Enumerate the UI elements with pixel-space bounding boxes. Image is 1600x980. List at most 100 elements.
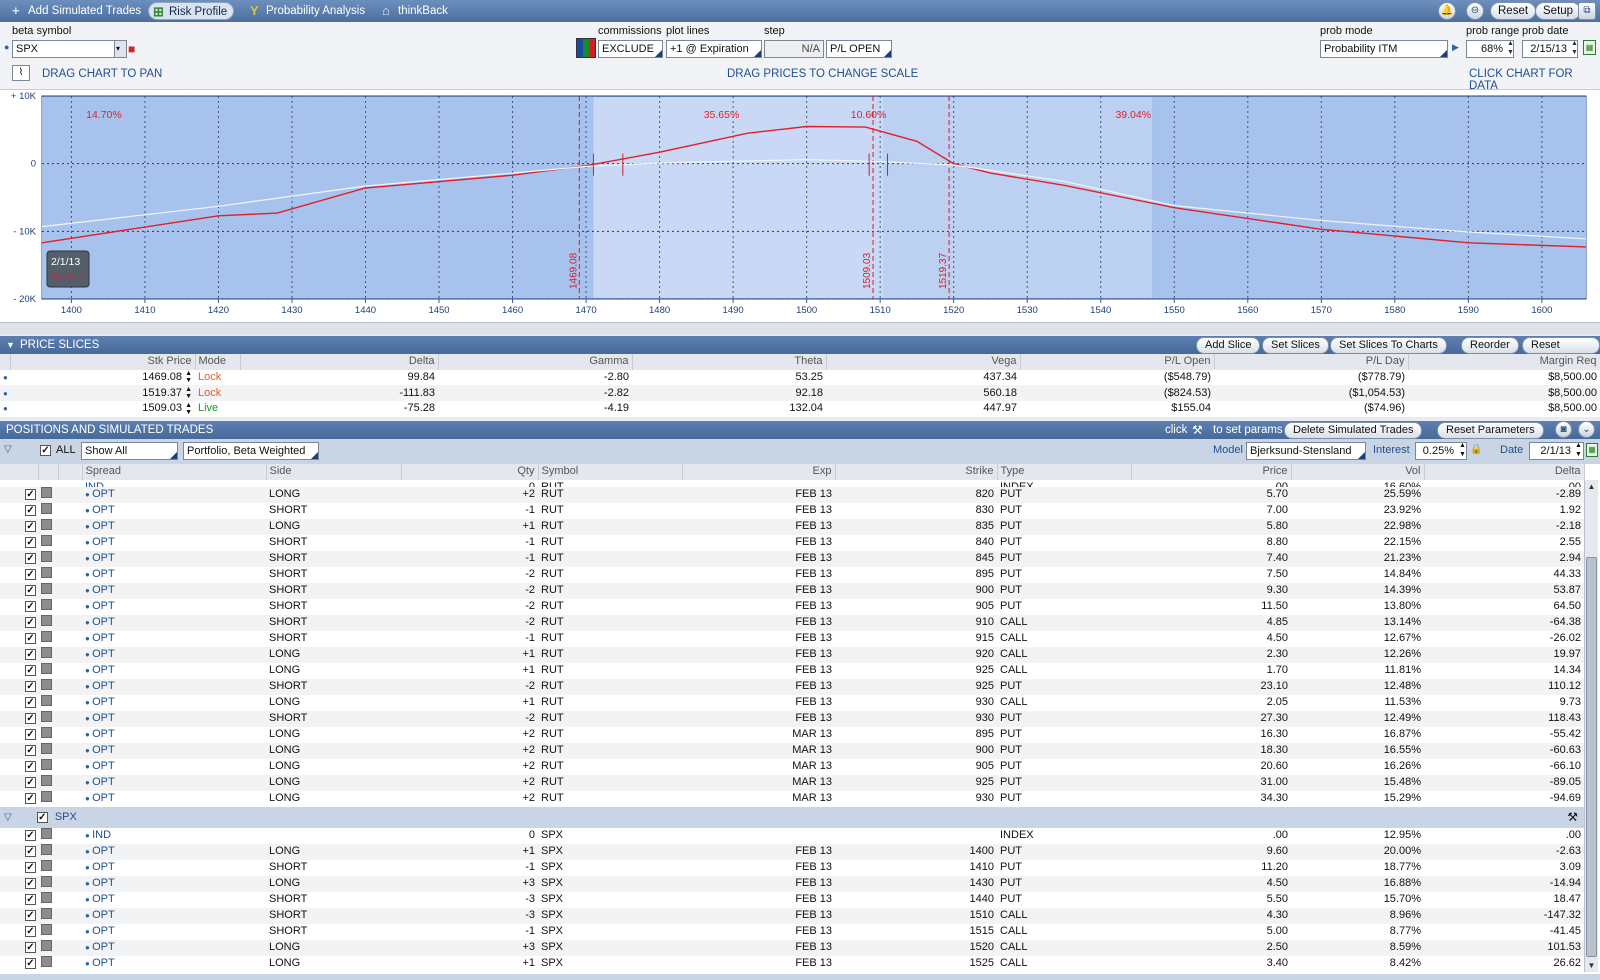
- position-spread-value[interactable]: OPT: [92, 728, 115, 740]
- position-spread-value[interactable]: IND: [92, 829, 111, 841]
- position-color-swatch[interactable]: [41, 774, 52, 786]
- position-checkbox[interactable]: ✓: [25, 713, 36, 725]
- position-checkbox-cell[interactable]: ✓: [0, 550, 38, 567]
- position-color-swatch[interactable]: [41, 742, 52, 754]
- position-row[interactable]: ✓ ● OPT LONG +1 SPX FEB 13 1400 PUT 9.60 20.00% -2…: [0, 843, 1584, 860]
- position-checkbox[interactable]: ✓: [25, 697, 36, 709]
- position-spread-value[interactable]: OPT: [92, 504, 115, 516]
- risk-profile-chart-svg[interactable]: 1400 1410 1420 1430 1440 1450 1460 1470 1480 1490…: [0, 90, 1600, 322]
- zoom-icon[interactable]: ⊖: [1466, 2, 1484, 20]
- col-exp[interactable]: Exp: [682, 464, 836, 480]
- slice-stepper-icon[interactable]: ▲ ▼: [185, 386, 192, 400]
- col-stk-price[interactable]: Stk Price: [10, 354, 196, 370]
- position-spread-value[interactable]: OPT: [92, 632, 115, 644]
- position-row[interactable]: ✓ ● OPT SHORT -2 RUT FEB 13 905 PUT 11.50 13.80% 6…: [0, 598, 1584, 615]
- position-color-cell[interactable]: [38, 710, 58, 727]
- position-spread-value[interactable]: OPT: [92, 712, 115, 724]
- position-color-swatch[interactable]: [41, 859, 52, 871]
- position-color-cell[interactable]: [38, 939, 58, 956]
- col-vol[interactable]: Vol: [1291, 464, 1425, 480]
- position-checkbox[interactable]: ✓: [25, 830, 36, 842]
- position-checkbox[interactable]: ✓: [25, 585, 36, 597]
- position-color-swatch[interactable]: [41, 939, 52, 951]
- position-color-swatch[interactable]: [41, 582, 52, 594]
- position-checkbox[interactable]: ✓: [25, 777, 36, 789]
- scroll-down-icon[interactable]: ▼: [1585, 959, 1598, 972]
- position-checkbox[interactable]: ✓: [25, 681, 36, 693]
- position-checkbox-cell[interactable]: ✓: [0, 939, 38, 956]
- position-color-cell[interactable]: [38, 955, 58, 972]
- position-checkbox[interactable]: ✓: [25, 489, 36, 501]
- position-row[interactable]: ✓ ● OPT LONG +3 SPX FEB 13 1520 CALL 2.50 8.59% 10…: [0, 939, 1584, 956]
- slice-stepper-icon[interactable]: ▲ ▼: [185, 370, 192, 384]
- position-spread-value[interactable]: OPT: [92, 520, 115, 532]
- position-checkbox[interactable]: ✓: [25, 617, 36, 629]
- symbol-dropdown-icon[interactable]: ▾: [114, 40, 127, 58]
- set-slices-button[interactable]: Set Slices: [1262, 337, 1329, 354]
- col-pl-day[interactable]: P/L Day: [1214, 354, 1409, 370]
- position-row[interactable]: ✓ ● OPT LONG +1 RUT FEB 13 835 PUT 5.80 22.98% -2.…: [0, 518, 1584, 535]
- position-checkbox-cell[interactable]: ✓: [0, 790, 38, 807]
- position-checkbox-cell[interactable]: ✓: [0, 742, 38, 759]
- position-spread-value[interactable]: OPT: [92, 877, 115, 889]
- position-checkbox[interactable]: ✓: [25, 942, 36, 954]
- position-color-cell[interactable]: [38, 827, 58, 844]
- prob-range-stepper-icon[interactable]: ▲ ▼: [1507, 39, 1514, 57]
- slice-stk-price[interactable]: 1469.08 ▲ ▼: [10, 369, 195, 386]
- position-color-swatch[interactable]: [41, 907, 52, 919]
- calendar-icon[interactable]: ▦: [1583, 40, 1596, 55]
- position-color-cell[interactable]: [38, 662, 58, 679]
- position-row[interactable]: ✓ ● OPT SHORT -2 RUT FEB 13 930 PUT 27.30 12.49% 1…: [0, 710, 1584, 727]
- position-color-swatch[interactable]: [41, 566, 52, 578]
- price-slice-row[interactable]: ● 1519.37 ▲ ▼ Lock -111.83 -2.82 92.18 560.18 ($…: [0, 385, 1600, 402]
- position-spread-value[interactable]: OPT: [92, 584, 115, 596]
- col-delta[interactable]: Delta: [240, 354, 439, 370]
- position-color-cell[interactable]: [38, 534, 58, 551]
- position-row-partial[interactable]: IND 0 RUT INDEX .00 16.60% .00: [0, 479, 1584, 487]
- position-spread-value[interactable]: OPT: [92, 845, 115, 857]
- position-color-swatch[interactable]: [41, 726, 52, 738]
- price-slice-row[interactable]: ● 1509.03 ▲ ▼ Live -75.28 -4.19 132.04 447.97 $1…: [0, 401, 1600, 417]
- position-row[interactable]: ✓ ● OPT SHORT -2 RUT FEB 13 900 PUT 9.30 14.39% 53…: [0, 582, 1584, 599]
- position-checkbox[interactable]: ✓: [25, 894, 36, 906]
- position-checkbox-cell[interactable]: ✓: [0, 923, 38, 940]
- position-row[interactable]: ✓ ● OPT LONG +1 RUT FEB 13 920 CALL 2.30 12.26% 19…: [0, 646, 1584, 663]
- position-checkbox[interactable]: ✓: [25, 862, 36, 874]
- position-row[interactable]: ✓ ● OPT LONG +1 RUT FEB 13 930 CALL 2.05 11.53% 9.…: [0, 694, 1584, 711]
- position-checkbox[interactable]: ✓: [25, 505, 36, 517]
- position-color-swatch[interactable]: [41, 758, 52, 770]
- position-spread-value[interactable]: OPT: [92, 536, 115, 548]
- reset-button[interactable]: Reset: [1490, 2, 1537, 20]
- position-color-cell[interactable]: [38, 582, 58, 599]
- position-color-cell[interactable]: [38, 550, 58, 567]
- position-checkbox[interactable]: ✓: [25, 601, 36, 613]
- position-checkbox-cell[interactable]: ✓: [0, 534, 38, 551]
- position-row[interactable]: ✓ ● OPT LONG +2 RUT MAR 13 905 PUT 20.60 16.26% -6…: [0, 758, 1584, 775]
- position-color-cell[interactable]: [38, 598, 58, 615]
- position-checkbox[interactable]: ✓: [25, 878, 36, 890]
- alert-bell-icon[interactable]: 🔔: [1438, 2, 1456, 20]
- position-checkbox[interactable]: ✓: [25, 926, 36, 938]
- position-color-swatch[interactable]: [41, 614, 52, 626]
- commissions-select[interactable]: EXCLUDE: [598, 40, 663, 58]
- prob-mode-select[interactable]: Probability ITM: [1320, 40, 1448, 58]
- col-qty[interactable]: Qty: [401, 464, 539, 480]
- col-margin-req[interactable]: Margin Req: [1408, 354, 1600, 370]
- position-color-cell[interactable]: [38, 646, 58, 663]
- position-checkbox-cell[interactable]: ✓: [0, 875, 38, 892]
- position-color-swatch[interactable]: [41, 662, 52, 674]
- col-gamma[interactable]: Gamma: [438, 354, 633, 370]
- position-color-swatch[interactable]: [41, 678, 52, 690]
- position-checkbox-cell[interactable]: ✓: [0, 678, 38, 695]
- position-color-cell[interactable]: [38, 486, 58, 503]
- position-checkbox-cell[interactable]: ✓: [0, 630, 38, 647]
- position-color-swatch[interactable]: [41, 710, 52, 722]
- slice-mode[interactable]: Lock: [195, 369, 240, 386]
- position-checkbox-cell[interactable]: ✓: [0, 598, 38, 615]
- position-color-cell[interactable]: [38, 694, 58, 711]
- position-row[interactable]: ✓ ● OPT SHORT -3 SPX FEB 13 1440 PUT 5.50 15.70% 1…: [0, 891, 1584, 908]
- position-spread-value[interactable]: OPT: [92, 568, 115, 580]
- position-checkbox[interactable]: ✓: [25, 633, 36, 645]
- position-checkbox-cell[interactable]: ✓: [0, 518, 38, 535]
- position-checkbox-cell[interactable]: ✓: [0, 859, 38, 876]
